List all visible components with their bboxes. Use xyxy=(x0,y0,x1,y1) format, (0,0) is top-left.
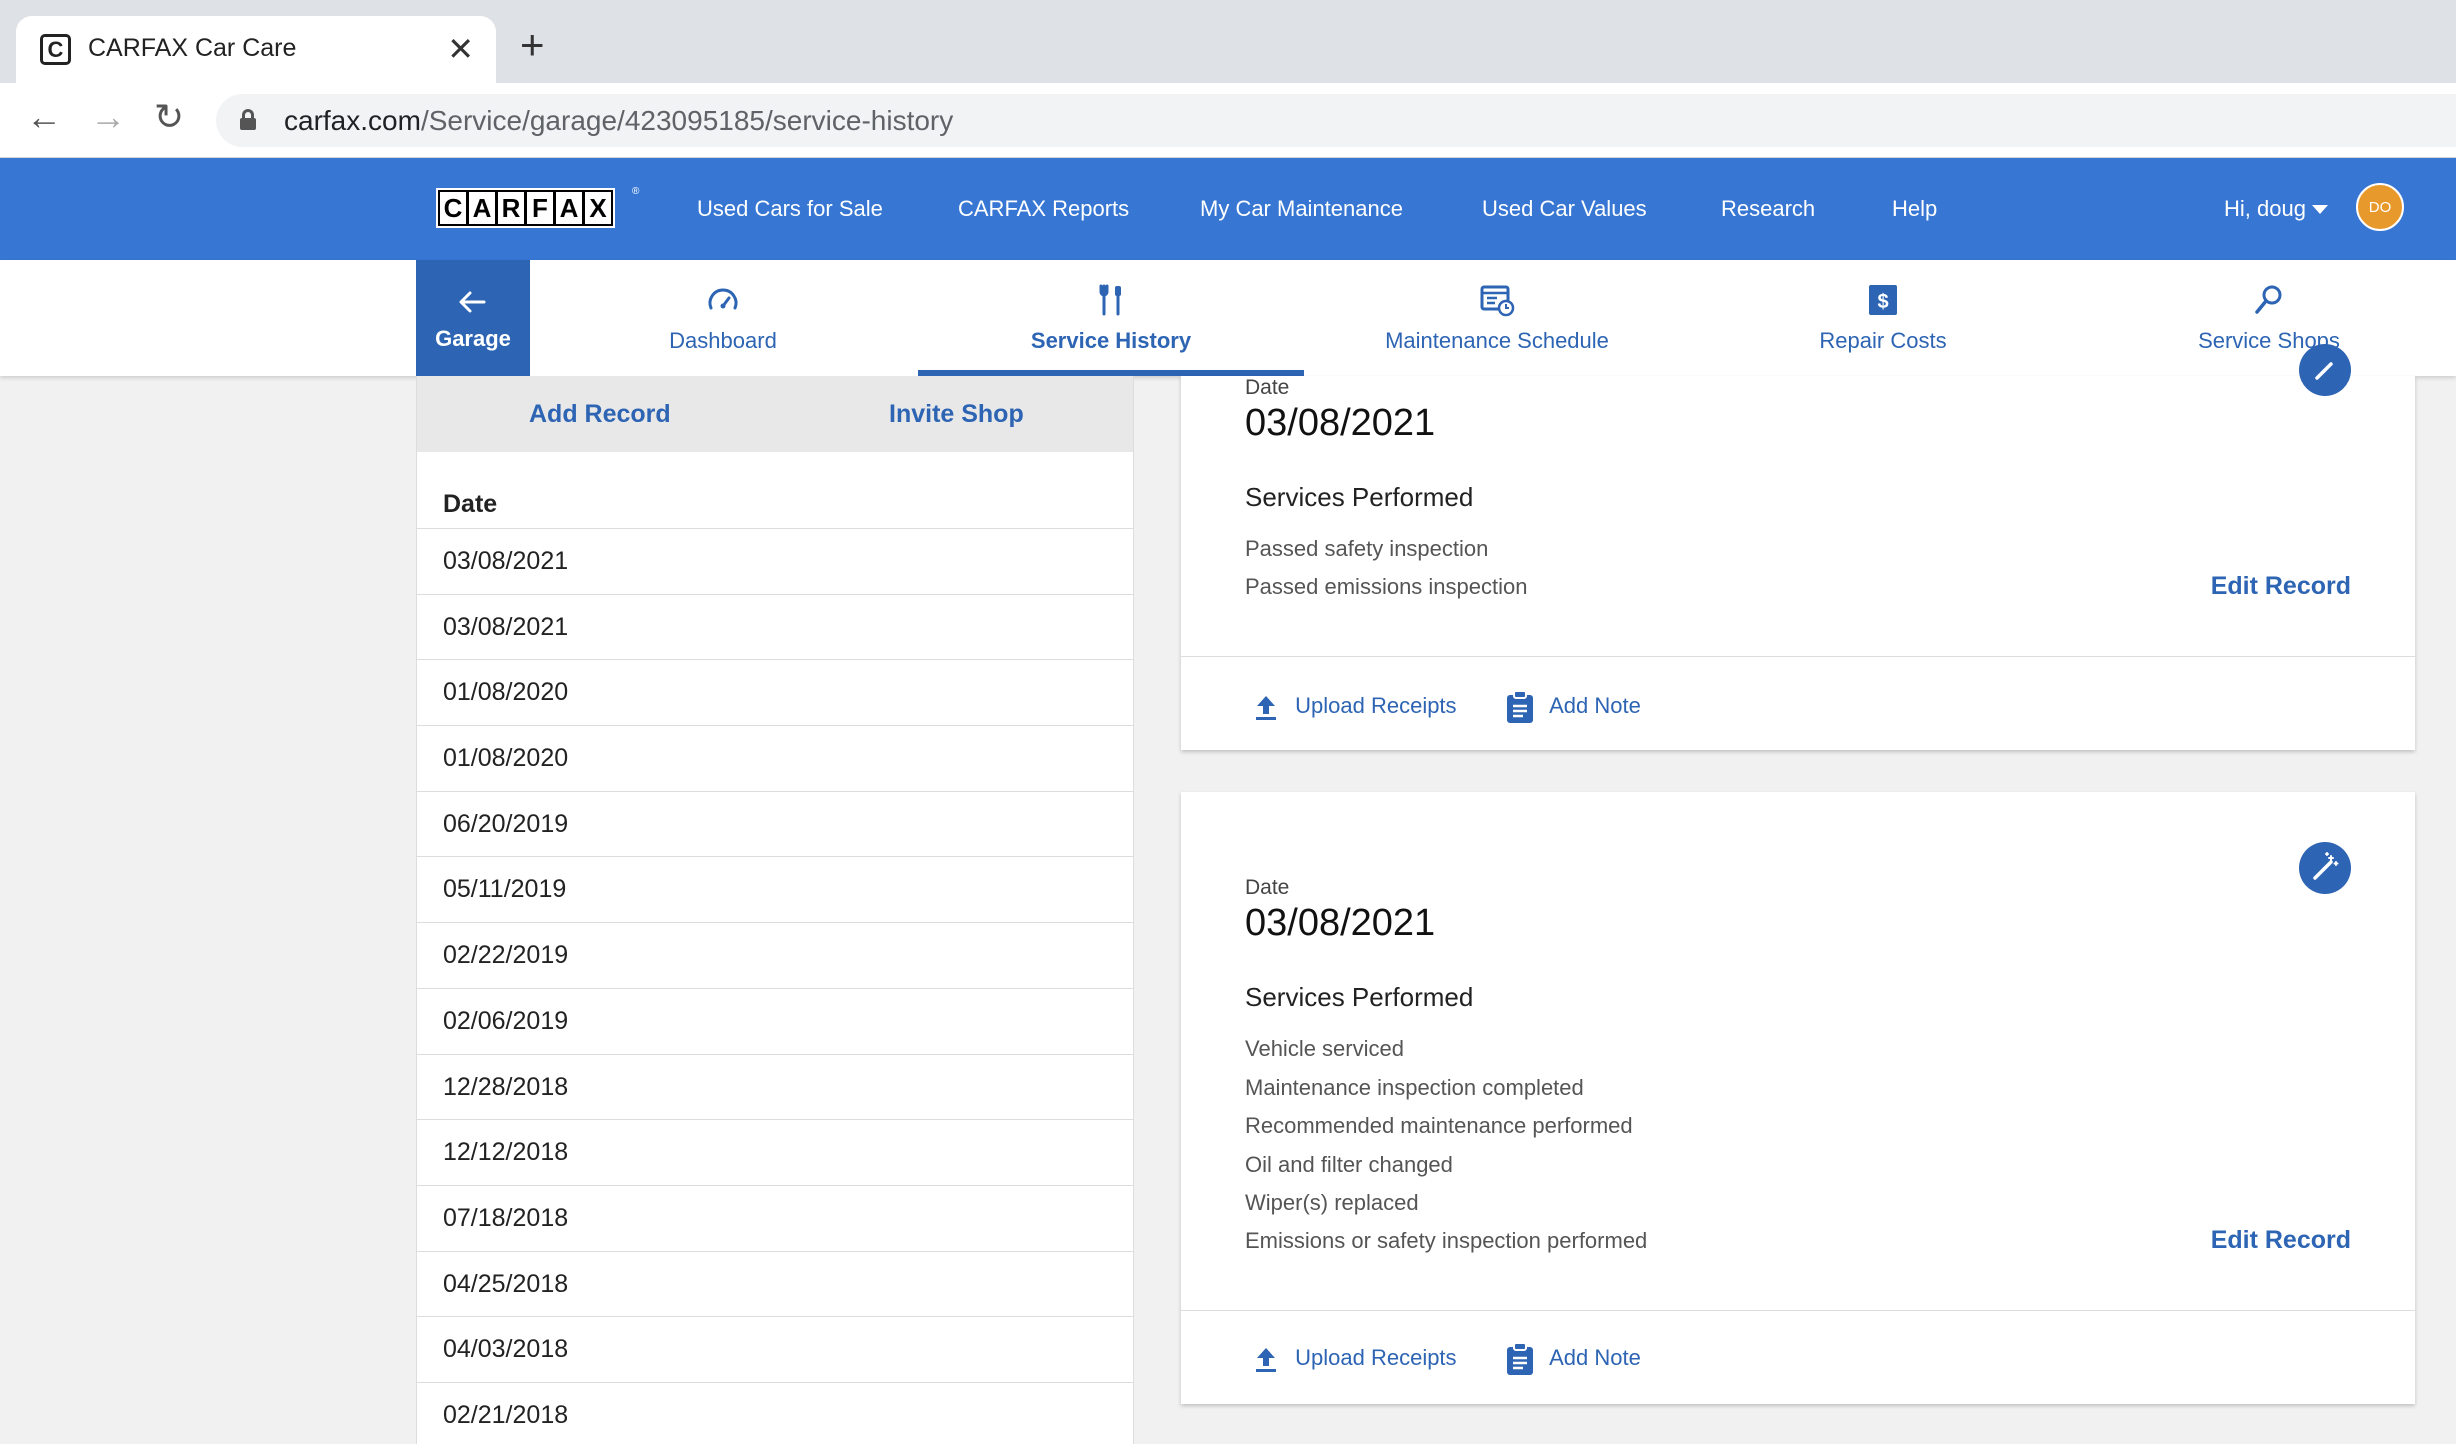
service-item: Recommended maintenance performed xyxy=(1245,1113,1633,1138)
date-list-item[interactable]: 03/08/2021 xyxy=(417,593,1133,660)
add-record-button[interactable]: Add Record xyxy=(529,400,671,429)
speedometer-icon xyxy=(530,282,916,318)
tab-service-history-label: Service History xyxy=(1030,328,1192,353)
carfax-logo[interactable]: CARFAX xyxy=(436,188,615,228)
clipboard-icon xyxy=(1507,1342,1533,1375)
nav-research[interactable]: Research xyxy=(1721,196,1815,222)
date-list-item[interactable]: 02/21/2018 xyxy=(417,1381,1133,1444)
date-list-item[interactable]: 12/12/2018 xyxy=(417,1119,1133,1185)
wrench-screwdriver-icon xyxy=(918,282,1304,318)
services-performed-title: Services Performed xyxy=(1245,982,1474,1012)
upload-receipts-button[interactable]: Upload Receipts xyxy=(1251,1344,1457,1374)
url-text: carfax.com/Service/garage/423095185/serv… xyxy=(284,105,954,136)
tab-dashboard[interactable]: Dashboard xyxy=(530,260,916,376)
tab-service-history[interactable]: Service History xyxy=(918,260,1304,376)
new-tab-icon[interactable]: + xyxy=(520,24,545,66)
service-record-card: Date 03/08/2021 Services Performed Passe… xyxy=(1181,344,2415,750)
tab-service-shops[interactable]: Service Shops xyxy=(2076,260,2456,376)
date-list-item[interactable]: 02/06/2019 xyxy=(417,987,1133,1054)
nav-carfax-reports[interactable]: CARFAX Reports xyxy=(958,196,1129,222)
record-date: 03/08/2021 xyxy=(1245,402,1436,444)
add-note-button[interactable]: Add Note xyxy=(1505,690,1641,724)
service-date-panel: Add Record Invite Shop Date 03/08/2021 0… xyxy=(416,376,1134,1444)
date-list-item[interactable]: 12/28/2018 xyxy=(417,1053,1133,1120)
avatar[interactable]: DO xyxy=(2356,183,2404,231)
edit-wand-icon[interactable] xyxy=(2299,344,2351,396)
edit-wand-icon[interactable] xyxy=(2299,842,2351,894)
browser-tab-bar: C CARFAX Car Care ✕ + xyxy=(0,0,2456,83)
reload-icon[interactable]: ↻ xyxy=(154,99,184,135)
tab-dashboard-label: Dashboard xyxy=(669,328,777,353)
date-list: 03/08/2021 03/08/2021 01/08/2020 01/08/2… xyxy=(417,528,1133,1444)
service-item: Passed emissions inspection xyxy=(1245,574,1528,599)
tab-repair-costs[interactable]: $ Repair Costs xyxy=(1690,260,2076,376)
back-arrow-icon[interactable]: ← xyxy=(26,99,62,135)
date-list-item[interactable]: 03/08/2021 xyxy=(417,528,1133,594)
service-record-card: Date 03/08/2021 Services Performed Vehic… xyxy=(1181,792,2415,1404)
date-list-item[interactable]: 04/25/2018 xyxy=(417,1250,1133,1317)
edit-record-button[interactable]: Edit Record xyxy=(2211,572,2351,601)
garage-label: Garage xyxy=(435,326,511,351)
url-input[interactable]: carfax.com/Service/garage/423095185/serv… xyxy=(216,94,2456,147)
add-note-button[interactable]: Add Note xyxy=(1505,1342,1641,1376)
date-list-item[interactable]: 02/22/2019 xyxy=(417,922,1133,988)
nav-my-car-maintenance[interactable]: My Car Maintenance xyxy=(1200,196,1403,222)
caret-down-icon[interactable] xyxy=(2312,205,2328,214)
date-list-item[interactable]: 06/20/2019 xyxy=(417,790,1133,857)
services-performed-title: Services Performed xyxy=(1245,482,1474,512)
service-item: Wiper(s) replaced xyxy=(1245,1190,1419,1215)
service-item: Vehicle serviced xyxy=(1245,1036,1404,1061)
service-item: Emissions or safety inspection performed xyxy=(1245,1228,1648,1253)
dollar-icon: $ xyxy=(1690,282,2076,318)
search-icon xyxy=(2076,282,2456,318)
service-item: Passed safety inspection xyxy=(1245,536,1489,561)
tab-maintenance-schedule-label: Maintenance Schedule xyxy=(1385,328,1609,353)
carfax-favicon-icon: C xyxy=(40,34,71,65)
upload-icon xyxy=(1256,1348,1276,1372)
lock-icon xyxy=(240,109,256,130)
date-list-item[interactable]: 07/18/2018 xyxy=(417,1184,1133,1251)
garage-back-button[interactable]: Garage xyxy=(416,260,530,376)
nav-used-car-values[interactable]: Used Car Values xyxy=(1482,196,1647,222)
upload-receipts-button[interactable]: Upload Receipts xyxy=(1251,692,1457,722)
site-header: CARFAX ® Used Cars for Sale CARFAX Repor… xyxy=(0,158,2456,260)
date-list-item[interactable]: 01/08/2020 xyxy=(417,659,1133,725)
tab-repair-costs-label: Repair Costs xyxy=(1819,328,1947,353)
record-date-label: Date xyxy=(1245,876,1290,899)
garage-subnav: Garage Dashboard Service History Mainten… xyxy=(0,260,2456,376)
clipboard-icon xyxy=(1507,690,1533,723)
nav-used-cars[interactable]: Used Cars for Sale xyxy=(697,196,883,222)
upload-icon xyxy=(1256,696,1276,720)
forward-arrow-icon[interactable]: → xyxy=(90,99,126,135)
edit-record-button[interactable]: Edit Record xyxy=(2211,1226,2351,1255)
nav-help[interactable]: Help xyxy=(1892,196,1937,222)
panel-actions: Add Record Invite Shop xyxy=(417,376,1133,452)
tab-maintenance-schedule[interactable]: Maintenance Schedule xyxy=(1304,260,1690,376)
service-item: Maintenance inspection completed xyxy=(1245,1075,1584,1100)
user-greeting[interactable]: Hi, doug xyxy=(2224,196,2306,222)
close-tab-icon[interactable]: ✕ xyxy=(447,30,474,68)
calendar-clock-icon xyxy=(1304,282,1690,318)
browser-tab[interactable]: C CARFAX Car Care ✕ xyxy=(16,16,496,83)
card-divider xyxy=(1181,1310,2415,1311)
tab-title: CARFAX Car Care xyxy=(88,34,297,62)
date-list-item[interactable]: 04/03/2018 xyxy=(417,1316,1133,1382)
record-date-label: Date xyxy=(1245,376,1290,399)
date-column-header: Date xyxy=(443,490,498,518)
date-list-item[interactable]: 01/08/2020 xyxy=(417,725,1133,791)
service-item: Oil and filter changed xyxy=(1245,1152,1453,1177)
svg-text:$: $ xyxy=(1877,291,1888,313)
invite-shop-button[interactable]: Invite Shop xyxy=(889,400,1024,429)
card-divider xyxy=(1181,656,2415,657)
date-list-item[interactable]: 05/11/2019 xyxy=(417,856,1133,922)
tab-service-shops-label: Service Shops xyxy=(2198,328,2340,353)
logo-trademark: ® xyxy=(632,186,640,197)
record-date: 03/08/2021 xyxy=(1245,902,1436,944)
arrow-left-icon xyxy=(456,286,488,324)
browser-address-bar: ← → ↻ carfax.com/Service/garage/42309518… xyxy=(0,83,2456,158)
